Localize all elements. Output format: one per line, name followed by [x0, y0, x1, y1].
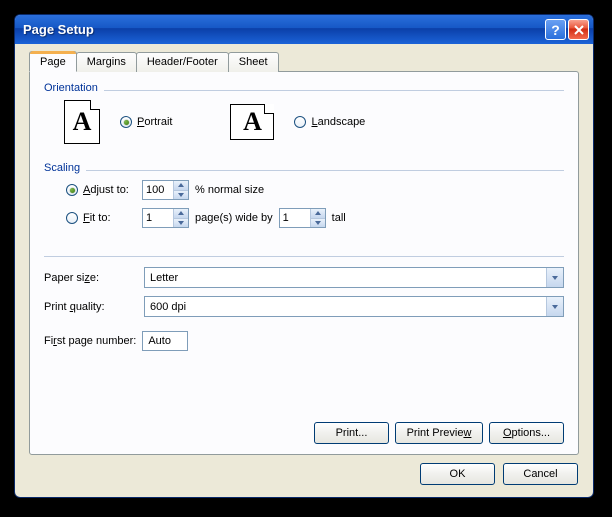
tab-margins-label: Margins — [87, 56, 126, 68]
chevron-up-icon — [178, 183, 184, 187]
portrait-radio[interactable]: Portrait — [120, 116, 172, 128]
chevron-down-icon — [315, 221, 321, 225]
chevron-down-icon — [178, 221, 184, 225]
window-title: Page Setup — [23, 22, 543, 37]
adjust-to-radio-label: djust to: — [90, 184, 129, 196]
titlebar: Page Setup ? — [15, 15, 593, 44]
print-preview-button[interactable]: Print Preview — [395, 422, 483, 444]
cancel-button[interactable]: Cancel — [503, 463, 578, 485]
spinner-down-button[interactable] — [174, 190, 188, 200]
combo-dropdown-button[interactable] — [546, 297, 563, 316]
tab-sheet[interactable]: Sheet — [228, 52, 279, 72]
adjust-to-input[interactable] — [143, 181, 173, 199]
portrait-radio-label: ortrait — [144, 116, 172, 128]
chevron-down-icon — [552, 276, 558, 280]
landscape-radio-label: andscape — [318, 116, 366, 128]
spinner-down-button[interactable] — [174, 218, 188, 228]
paper-size-value: Letter — [145, 268, 546, 287]
radio-icon — [294, 116, 306, 128]
first-page-number-input[interactable] — [142, 331, 188, 351]
orientation-group: Orientation A Portrait A Landscape — [44, 82, 564, 154]
tab-page[interactable]: Page — [29, 51, 77, 72]
tab-page-label: Page — [40, 56, 66, 68]
chevron-down-icon — [178, 193, 184, 197]
ok-button[interactable]: OK — [420, 463, 495, 485]
fit-to-radio-label: it to: — [90, 212, 111, 224]
tab-strip: Page Margins Header/Footer Sheet — [29, 52, 579, 72]
orientation-legend: Orientation — [44, 82, 104, 94]
print-button[interactable]: Print... — [314, 422, 389, 444]
panel-button-row: Print... Print Preview Options... — [314, 422, 564, 444]
tall-label: tall — [332, 212, 346, 224]
spinner-up-button[interactable] — [174, 181, 188, 190]
chevron-up-icon — [178, 211, 184, 215]
pages-wide-by-label: page(s) wide by — [195, 212, 273, 224]
dialog-footer: OK Cancel — [29, 455, 579, 487]
tab-header-footer[interactable]: Header/Footer — [136, 52, 229, 72]
landscape-radio[interactable]: Landscape — [294, 116, 365, 128]
print-quality-combo[interactable]: 600 dpi — [144, 296, 564, 317]
fit-wide-input[interactable] — [143, 209, 173, 227]
spinner-down-button[interactable] — [311, 218, 325, 228]
normal-size-label: % normal size — [195, 184, 264, 196]
print-quality-value: 600 dpi — [145, 297, 546, 316]
portrait-page-icon: A — [64, 100, 100, 144]
landscape-page-icon: A — [230, 104, 274, 140]
fit-wide-spinner[interactable] — [142, 208, 189, 228]
fit-to-radio[interactable]: Fit to: — [66, 212, 136, 224]
radio-icon — [66, 184, 78, 196]
tab-margins[interactable]: Margins — [76, 52, 137, 72]
radio-icon — [120, 116, 132, 128]
radio-icon — [66, 212, 78, 224]
scaling-legend: Scaling — [44, 162, 86, 174]
page-setup-dialog: Page Setup ? Page Margins Header/Footer … — [14, 14, 594, 498]
print-quality-label: Print quality: — [44, 301, 136, 313]
close-button[interactable] — [568, 19, 589, 40]
chevron-down-icon — [552, 305, 558, 309]
close-icon — [574, 25, 584, 35]
spinner-up-button[interactable] — [311, 209, 325, 218]
options-button[interactable]: Options... — [489, 422, 564, 444]
divider — [44, 256, 564, 257]
paper-size-label: Paper size: — [44, 272, 136, 284]
combo-dropdown-button[interactable] — [546, 268, 563, 287]
first-page-number-label: First page number: — [44, 335, 136, 347]
fit-tall-spinner[interactable] — [279, 208, 326, 228]
fit-tall-input[interactable] — [280, 209, 310, 227]
adjust-to-spinner[interactable] — [142, 180, 189, 200]
paper-size-combo[interactable]: Letter — [144, 267, 564, 288]
tab-header-footer-label: Header/Footer — [147, 56, 218, 68]
scaling-group: Scaling Adjust to: — [44, 162, 564, 248]
tab-sheet-label: Sheet — [239, 56, 268, 68]
help-button[interactable]: ? — [545, 19, 566, 40]
chevron-up-icon — [315, 211, 321, 215]
spinner-up-button[interactable] — [174, 209, 188, 218]
adjust-to-radio[interactable]: Adjust to: — [66, 184, 136, 196]
tab-panel-page: Orientation A Portrait A Landscape — [29, 71, 579, 455]
